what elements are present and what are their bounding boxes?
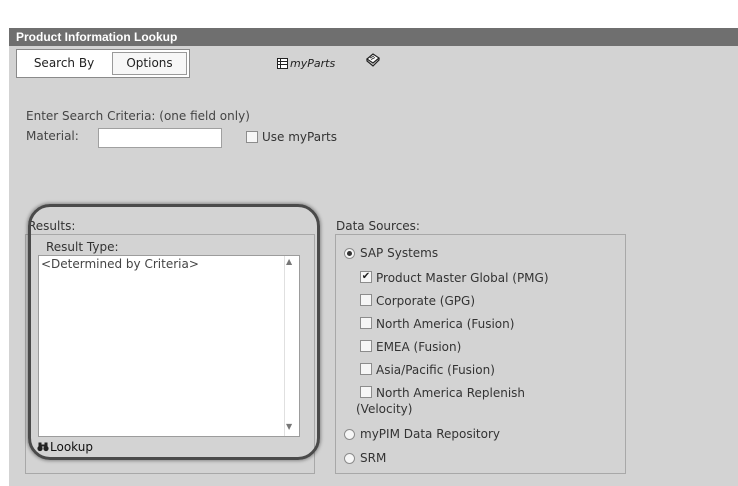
- use-myparts-checkbox[interactable]: [246, 131, 258, 143]
- mypim-label: myPIM Data Repository: [360, 427, 501, 441]
- north-america-replenish-label-line2: (Velocity): [356, 402, 413, 416]
- corporate-gpg-checkbox[interactable]: [360, 294, 372, 306]
- pmg-checkbox[interactable]: ✔: [360, 271, 372, 283]
- data-sources-label: Data Sources:: [336, 219, 420, 233]
- north-america-fusion-checkbox[interactable]: [360, 317, 372, 329]
- myparts-suffix: Parts: [307, 57, 336, 70]
- tab-options[interactable]: Options: [112, 52, 187, 75]
- myparts-prefix: my: [290, 57, 308, 70]
- sap-systems-radio[interactable]: [344, 248, 355, 259]
- material-input[interactable]: [98, 128, 222, 148]
- myparts-link[interactable]: myParts: [277, 57, 335, 70]
- north-america-replenish-checkbox[interactable]: [360, 386, 372, 398]
- tab-search-by[interactable]: Search By: [18, 51, 110, 76]
- north-america-fusion-label: North America (Fusion): [376, 317, 515, 331]
- pmg-label: Product Master Global (PMG): [376, 271, 549, 285]
- emea-fusion-label: EMEA (Fusion): [376, 340, 462, 354]
- north-america-replenish-label: North America Replenish: [376, 386, 526, 400]
- grid-list-icon: [277, 58, 288, 69]
- material-label: Material:: [26, 129, 79, 143]
- results-highlight-outline: [28, 204, 320, 460]
- search-criteria-heading: Enter Search Criteria: (one field only): [26, 109, 250, 123]
- sap-systems-label: SAP Systems: [360, 246, 439, 260]
- book-icon[interactable]: [365, 53, 381, 67]
- use-myparts-label: Use myParts: [262, 130, 337, 144]
- corporate-gpg-label: Corporate (GPG): [376, 294, 475, 308]
- srm-label: SRM: [360, 451, 387, 465]
- asia-pacific-fusion-checkbox[interactable]: [360, 363, 372, 375]
- mypim-radio[interactable]: [344, 429, 355, 440]
- srm-radio[interactable]: [344, 453, 355, 464]
- check-mark-icon: ✔: [361, 271, 371, 282]
- emea-fusion-checkbox[interactable]: [360, 340, 372, 352]
- asia-pacific-fusion-label: Asia/Pacific (Fusion): [376, 363, 495, 377]
- window-title: Product Information Lookup: [16, 30, 178, 44]
